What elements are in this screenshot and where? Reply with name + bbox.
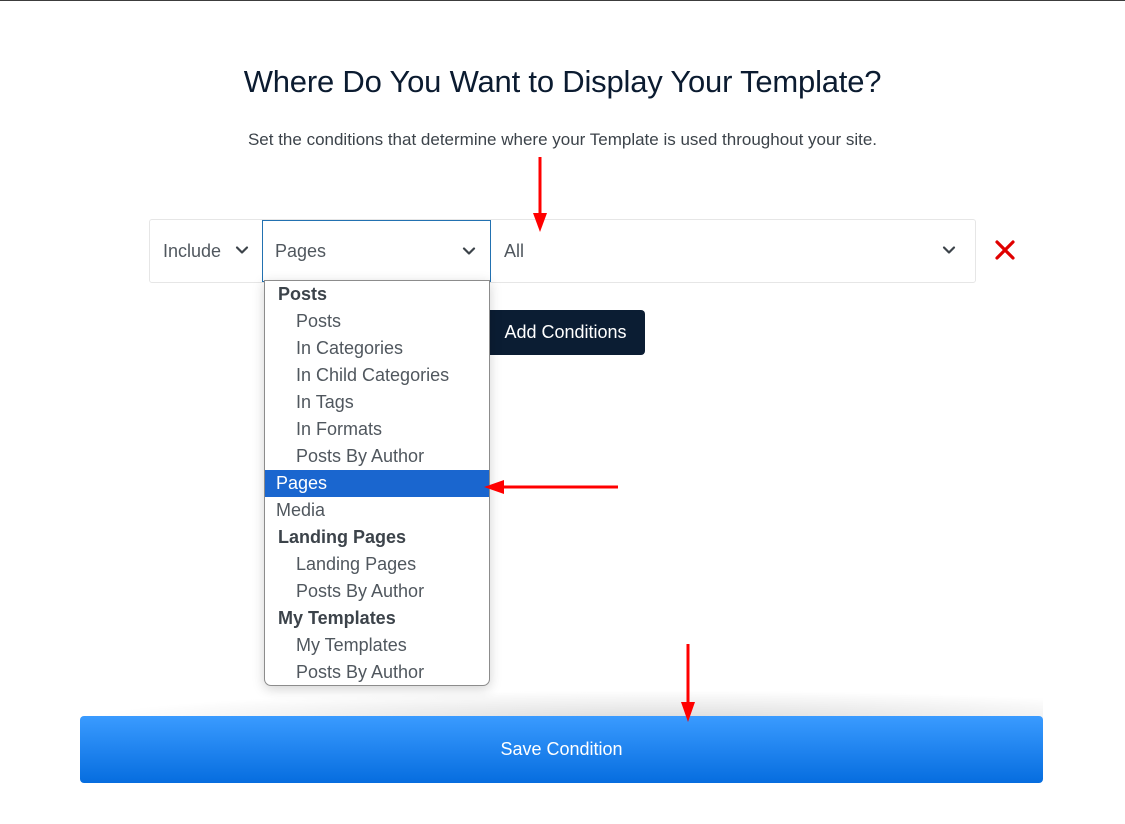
dropdown-option[interactable]: Media <box>265 497 489 524</box>
dropdown-option[interactable]: In Formats <box>265 416 489 443</box>
dropdown-option[interactable]: Posts <box>265 308 489 335</box>
add-conditions-button[interactable]: Add Conditions <box>478 310 645 355</box>
chevron-down-icon <box>235 246 249 254</box>
condition-rule-select[interactable]: All <box>492 220 976 282</box>
window-top-border <box>0 0 1125 1</box>
condition-type-select[interactable]: Pages <box>262 220 491 282</box>
save-condition-button[interactable]: Save Condition <box>80 716 1043 783</box>
dropdown-option[interactable]: In Tags <box>265 389 489 416</box>
annotation-arrow-left-icon <box>484 480 618 494</box>
dropdown-option[interactable]: Posts By Author <box>265 443 489 470</box>
include-select-value: Include <box>163 240 222 261</box>
dropdown-group-label: Posts <box>278 284 328 304</box>
rule-select-value: All <box>504 240 525 261</box>
dropdown-option[interactable]: Posts By Author <box>265 659 489 685</box>
close-icon <box>995 240 1015 260</box>
page-title: Where Do You Want to Display Your Templa… <box>243 64 882 99</box>
dropdown-option[interactable]: Landing Pages <box>265 551 489 578</box>
condition-type-dropdown: Posts Posts In Categories In Child Categori… <box>264 280 490 686</box>
condition-row: Include Pages All <box>149 219 976 283</box>
type-select-value: Pages <box>275 240 327 261</box>
include-exclude-select[interactable]: Include <box>150 220 262 282</box>
page-subtitle: Set the conditions that determine where … <box>247 130 878 149</box>
dropdown-option[interactable]: In Categories <box>265 335 489 362</box>
dropdown-option[interactable]: In Child Categories <box>265 362 489 389</box>
dropdown-option[interactable]: My Templates <box>265 632 489 659</box>
chevron-down-icon <box>942 246 956 254</box>
dropdown-option[interactable]: Posts By Author <box>265 578 489 605</box>
chevron-down-icon <box>462 247 476 255</box>
dropdown-group-label: My Templates <box>278 608 396 628</box>
dropdown-option[interactable]: Pages <box>265 470 489 497</box>
remove-condition-button[interactable] <box>994 239 1016 261</box>
dropdown-group-label: Landing Pages <box>278 527 407 547</box>
